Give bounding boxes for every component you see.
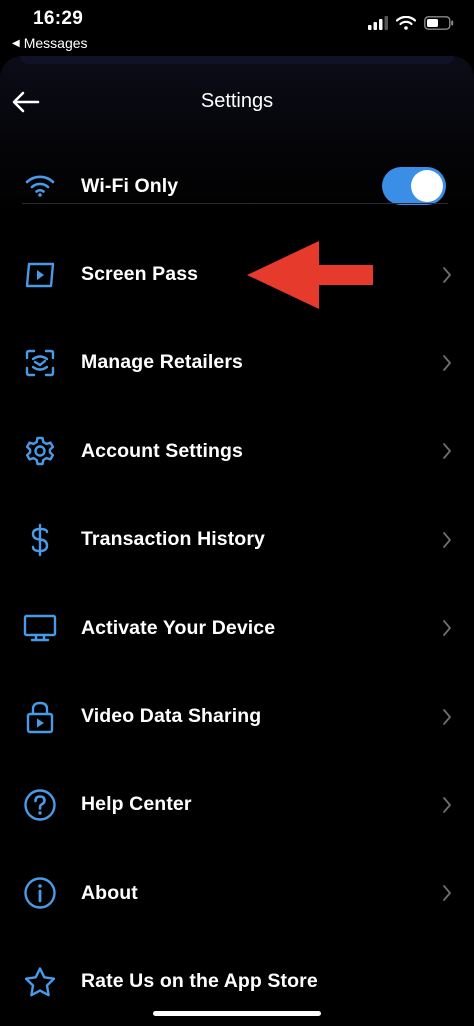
nav-header: Settings (0, 56, 474, 152)
setting-label: About (81, 881, 138, 904)
battery-icon (424, 16, 454, 30)
setting-row-wifi-only: Wi-Fi Only (0, 142, 474, 230)
chevron-right-icon (440, 530, 454, 550)
lock-play-icon (22, 699, 58, 735)
setting-row-transaction-history[interactable]: Transaction History (0, 496, 474, 584)
screen-pass-icon (22, 257, 58, 293)
row-divider (22, 203, 448, 204)
setting-label: Transaction History (81, 528, 265, 551)
chevron-right-icon (440, 265, 454, 285)
red-arrow-annotation (247, 241, 373, 309)
star-icon (22, 964, 58, 1000)
chevron-right-icon (440, 618, 454, 638)
setting-row-account-settings[interactable]: Account Settings (0, 407, 474, 495)
chevron-right-icon (440, 883, 454, 903)
dollar-icon (22, 522, 58, 558)
settings-screen: Settings Wi-Fi Only Screen Pass Manage R… (0, 56, 474, 1026)
setting-label: Video Data Sharing (81, 705, 262, 728)
setting-row-activate-device[interactable]: Activate Your Device (0, 584, 474, 672)
setting-row-manage-retailers[interactable]: Manage Retailers (0, 319, 474, 407)
setting-row-help-center[interactable]: Help Center (0, 761, 474, 849)
signal-icon (368, 16, 388, 30)
setting-label: Help Center (81, 793, 192, 816)
question-icon (22, 787, 58, 823)
status-time: 16:29 (33, 8, 84, 29)
retailers-icon (22, 345, 58, 381)
status-bar: 16:29 ◀ Messages (0, 0, 474, 56)
monitor-icon (22, 610, 58, 646)
chevron-right-icon (440, 353, 454, 373)
chevron-right-icon (440, 707, 454, 727)
setting-row-about[interactable]: About (0, 849, 474, 937)
page-title: Settings (200, 90, 274, 112)
gear-icon (22, 433, 58, 469)
setting-row-screen-pass[interactable]: Screen Pass (0, 230, 474, 318)
back-to-app-link[interactable]: ◀ Messages (12, 35, 88, 51)
chevron-right-icon (440, 441, 454, 461)
setting-label: Activate Your Device (81, 616, 276, 639)
setting-row-video-data-sharing[interactable]: Video Data Sharing (0, 672, 474, 760)
setting-label: Wi-Fi Only (81, 174, 179, 197)
chevron-right-icon (440, 795, 454, 815)
status-icons (368, 16, 454, 30)
setting-label: Account Settings (81, 439, 243, 462)
setting-label: Manage Retailers (81, 351, 243, 374)
status-wifi-icon (396, 16, 416, 30)
home-indicator[interactable] (153, 1011, 321, 1016)
back-app-label: Messages (23, 35, 88, 51)
wifi-only-toggle[interactable] (382, 167, 446, 206)
toggle-knob (411, 170, 443, 203)
setting-label: Screen Pass (81, 263, 199, 286)
setting-label: Rate Us on the App Store (81, 970, 318, 993)
settings-list: Wi-Fi Only Screen Pass Manage Retailers … (0, 142, 474, 1026)
wifi-icon (22, 168, 58, 204)
info-icon (22, 875, 58, 911)
back-triangle-icon: ◀ (12, 37, 20, 49)
